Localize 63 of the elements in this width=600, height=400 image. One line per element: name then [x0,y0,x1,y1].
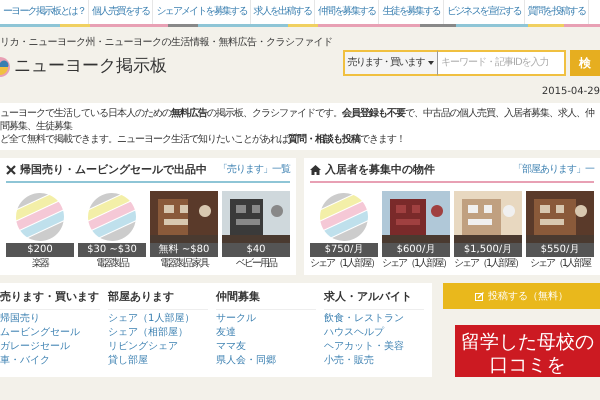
price-label: $750/月 [310,243,378,257]
listing-tile[interactable]: $550/月 シェア（1人部屋 [526,191,594,271]
caret-icon [428,60,434,64]
category-caption: ベビー用品 [235,257,278,271]
category-link[interactable]: 貸し部屋 [108,354,208,368]
category-link[interactable]: ママ友 [216,340,316,354]
cross-icon [6,164,16,175]
site-title: ニューヨーク掲示板 [14,55,167,78]
category-caption: シェア（1人部屋） [310,257,378,271]
price-label: $1,500/月 [454,243,522,257]
house-icon [310,164,321,175]
category-caption: シェア（1人部屋） [382,257,450,271]
category-link[interactable]: サークル [216,312,316,326]
date-text: 2015-04-29 [542,84,600,98]
listing-tile[interactable]: $40 ベビー用品 [222,191,290,271]
category-link[interactable]: シェア（1人部屋） [108,312,208,326]
edit-icon [475,292,484,300]
price-label: $550/月 [526,243,594,257]
listing-tile[interactable]: $1,500/月 シェア（1人部屋） [454,191,522,271]
category-link[interactable]: ヘアカット・美容 [324,340,424,354]
listing-tile[interactable]: $750/月 シェア（1人部屋） [310,191,378,271]
category-caption: 楽器 [31,257,50,271]
category-heading: 部屋あります [108,289,208,310]
category-link[interactable]: シェア（相部屋） [108,326,208,340]
category-heading: 売ります・買います [0,289,100,310]
logo-icon [0,56,10,77]
category-link[interactable]: 車・バイク [0,354,100,368]
price-label: 無料 ~$80 [150,243,218,257]
intro-text: ど全て無料で掲載できます。ニューヨーク生活で知りたいことがあれば質問・相談も投稿できます！ [0,132,406,146]
category-dropdown[interactable]: 売ります・買います [342,50,438,76]
listing-tile[interactable]: $600/月 シェア（1人部屋） [382,191,450,271]
category-link[interactable]: リビングシェア [108,340,208,354]
price-label: $200 [6,243,74,257]
category-link[interactable]: ムービングセール [0,326,100,340]
category-link[interactable]: 飲食・レストラン [324,312,424,326]
category-link[interactable]: ガレージセール [0,340,100,354]
category-heading: 仲間募集 [216,289,316,310]
category-heading: 求人・アルバイト [324,289,424,310]
banner-text: 口コミを [488,354,566,377]
section-title: 入居者を募集中の物件 [325,162,435,178]
category-link[interactable]: 友達 [216,326,316,340]
category-link[interactable]: ハウスヘルプ [324,326,424,340]
price-label: $40 [222,243,290,257]
category-link[interactable]: 県人会・同郷 [216,354,316,368]
list-link[interactable]: 「売ります」一覧 [218,162,290,178]
listing-tile[interactable]: $30 ~$30 電器製品 [78,191,146,271]
list-link[interactable]: 「部屋あります」一 [513,162,594,178]
banner-text: 留学した母校の [460,331,595,354]
listing-tile[interactable]: 無料 ~$80 電器製品家具 [150,191,218,271]
search-field[interactable]: キーワード・記事IDを入力 [438,50,566,76]
listing-tile[interactable]: $200 楽器 [6,191,74,271]
category-caption: 電器製品 [95,257,130,271]
price-label: $600/月 [382,243,450,257]
price-label: $30 ~$30 [78,243,146,257]
section-title: 帰国売り・ムービングセールで出品中 [20,162,207,178]
category-caption: シェア（1人部屋） [454,257,522,271]
category-caption: シェア（1人部屋 [528,257,592,271]
ad-banner[interactable]: 留学した母校の 口コミを [455,325,600,377]
intro-text: ューヨークで生活している日本人のための無料広告の掲示板、クラシファイドです。会員登録も不要で、中古品の個人売買、入居者募集、求人、仲間募集、生徒募集 [0,106,594,132]
category-link[interactable]: 帰国売り [0,312,100,326]
category-caption: 電器製品家具 [159,257,210,271]
category-link[interactable]: 小売・販売 [324,354,424,368]
breadcrumb-text: リカ・ニューヨーク州・ニューヨークの生活情報・無料広告・クラシファイド [0,36,332,50]
